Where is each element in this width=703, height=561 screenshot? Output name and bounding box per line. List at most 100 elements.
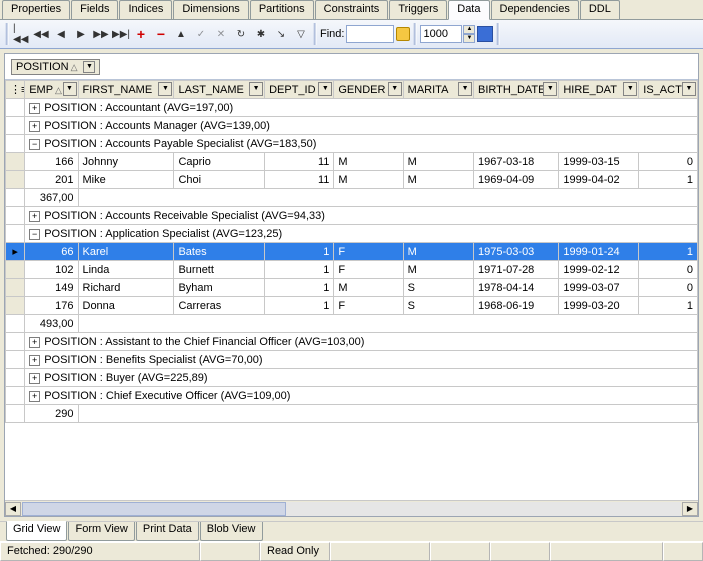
app-window: Properties Fields Indices Dimensions Par… [0,0,703,561]
bottom-tab-print-data[interactable]: Print Data [136,522,199,541]
col-is-active-filter[interactable]: ▼ [682,82,696,96]
expand-icon[interactable]: + [29,355,40,366]
status-fetched: Fetched: 290/290 [0,542,200,561]
find-input[interactable] [346,25,394,43]
filter-button[interactable]: ▽ [292,25,310,43]
status-readonly: Read Only [260,542,330,561]
hscroll-thumb[interactable] [22,502,286,516]
nav-next-page-button[interactable]: ▶▶ [92,25,110,43]
col-emp[interactable]: EMP▼ [25,81,78,99]
nav-first-button[interactable]: |◀◀ [12,25,30,43]
find-label: Find: [320,28,344,40]
col-is-active[interactable]: IS_ACTI▼ [639,81,698,99]
nav-prev-page-button[interactable]: ◀◀ [32,25,50,43]
bookmark-button[interactable]: ✱ [252,25,270,43]
grid-area[interactable]: ⋮≡ EMP▼ FIRST_NAME▼ LAST_NAME▼ DEPT_ID▼ … [5,80,698,500]
col-gender[interactable]: GENDER▼ [334,81,403,99]
expand-icon[interactable]: + [29,391,40,402]
toolbar-sep-3 [496,23,500,45]
col-emp-filter[interactable]: ▼ [63,82,77,96]
status-empty-3 [430,542,490,561]
group-row-open[interactable]: −POSITION : Accounts Payable Specialist … [6,135,698,153]
bottom-tab-form-view[interactable]: Form View [68,522,134,541]
refresh-button[interactable]: ↻ [232,25,250,43]
col-dept-id[interactable]: DEPT_ID▼ [265,81,334,99]
status-empty-2 [330,542,430,561]
col-first-name-filter[interactable]: ▼ [158,82,172,96]
collapse-icon[interactable]: − [29,139,40,150]
group-row[interactable]: +POSITION : Accounts Receivable Speciali… [6,207,698,225]
group-chip-label: POSITION [16,61,77,73]
table-row[interactable]: 201MikeChoi11MM1969-04-091999-04-021 [6,171,698,189]
page-size-down[interactable]: ▼ [463,34,475,43]
tab-ddl[interactable]: DDL [580,0,620,19]
col-birth-date[interactable]: BIRTH_DATE▼ [474,81,559,99]
nav-prev-button[interactable]: ◀ [52,25,70,43]
col-last-name-filter[interactable]: ▼ [249,82,263,96]
col-birth-date-filter[interactable]: ▼ [543,82,557,96]
nav-next-button[interactable]: ▶ [72,25,90,43]
group-row[interactable]: +POSITION : Benefits Specialist (AVG=70,… [6,351,698,369]
expand-icon[interactable]: + [29,121,40,132]
tab-partitions[interactable]: Partitions [250,0,314,19]
expand-icon[interactable]: + [29,373,40,384]
table-row[interactable]: 102LindaBurnett1FM1971-07-281999-02-120 [6,261,698,279]
nav-last-button[interactable]: ▶▶| [112,25,130,43]
tab-dependencies[interactable]: Dependencies [491,0,579,19]
page-size-input[interactable] [420,25,462,43]
toolbar: |◀◀ ◀◀ ◀ ▶ ▶▶ ▶▶| + − ▲ ✓ ✕ ↻ ✱ ↘ ▽ Find… [0,20,703,49]
row-header-corner[interactable]: ⋮≡ [6,81,25,99]
table-row[interactable]: 166JohnnyCaprio11MM1967-03-181999-03-150 [6,153,698,171]
col-hire-date[interactable]: HIRE_DAT▼ [559,81,639,99]
aggregate-row: 493,00 [6,315,698,333]
cancel-button[interactable]: ✕ [212,25,230,43]
tab-fields[interactable]: Fields [71,0,118,19]
goto-button[interactable]: ↘ [272,25,290,43]
collapse-icon[interactable]: − [29,229,40,240]
group-row[interactable]: +POSITION : Chief Executive Officer (AVG… [6,387,698,405]
col-gender-filter[interactable]: ▼ [388,82,402,96]
find-highlight-icon[interactable] [396,27,410,41]
add-row-button[interactable]: + [132,25,150,43]
expand-icon[interactable]: + [29,337,40,348]
horizontal-scrollbar[interactable]: ◀ ▶ [5,500,698,516]
expand-icon[interactable]: + [29,103,40,114]
group-row-open[interactable]: −POSITION : Application Specialist (AVG=… [6,225,698,243]
col-hire-date-filter[interactable]: ▼ [623,82,637,96]
table-row-selected[interactable]: ▸66KarelBates1FM1975-03-031999-01-241 [6,243,698,261]
table-row[interactable]: 149RichardByham1MS1978-04-141999-03-070 [6,279,698,297]
bottom-tab-blob-view[interactable]: Blob View [200,522,263,541]
toolbar-sep-2 [413,23,417,45]
col-last-name[interactable]: LAST_NAME▼ [174,81,265,99]
status-empty-5 [550,542,663,561]
col-marital[interactable]: MARITA▼ [403,81,473,99]
edit-row-button[interactable]: ▲ [172,25,190,43]
group-row[interactable]: +POSITION : Accountant (AVG=197,00) [6,99,698,117]
tab-properties[interactable]: Properties [2,0,70,19]
tab-triggers[interactable]: Triggers [389,0,447,19]
tab-dimensions[interactable]: Dimensions [173,0,248,19]
hscroll-left-button[interactable]: ◀ [5,502,21,516]
table-row[interactable]: 176DonnaCarreras1FS1968-06-191999-03-201 [6,297,698,315]
tab-data[interactable]: Data [448,0,489,20]
group-panel[interactable]: POSITION ▼ [5,54,698,80]
col-first-name[interactable]: FIRST_NAME▼ [78,81,174,99]
group-row[interactable]: +POSITION : Assistant to the Chief Finan… [6,333,698,351]
accept-button[interactable]: ✓ [192,25,210,43]
expand-icon[interactable]: + [29,211,40,222]
grid-wrapper: POSITION ▼ ⋮≡ EMP▼ FIRST_NAME▼ LAST_NAME… [4,53,699,517]
bottom-tab-grid-view[interactable]: Grid View [6,521,67,541]
remove-row-button[interactable]: − [152,25,170,43]
group-chip-dropdown[interactable]: ▼ [83,61,95,73]
tab-constraints[interactable]: Constraints [315,0,389,19]
page-size-up[interactable]: ▲ [463,25,475,34]
group-chip-position[interactable]: POSITION ▼ [11,59,100,75]
hscroll-track[interactable] [22,502,681,516]
tab-indices[interactable]: Indices [119,0,172,19]
group-row[interactable]: +POSITION : Buyer (AVG=225,89) [6,369,698,387]
apply-page-size-button[interactable] [477,26,493,42]
col-dept-id-filter[interactable]: ▼ [318,82,332,96]
col-marital-filter[interactable]: ▼ [458,82,472,96]
hscroll-right-button[interactable]: ▶ [682,502,698,516]
group-row[interactable]: +POSITION : Accounts Manager (AVG=139,00… [6,117,698,135]
